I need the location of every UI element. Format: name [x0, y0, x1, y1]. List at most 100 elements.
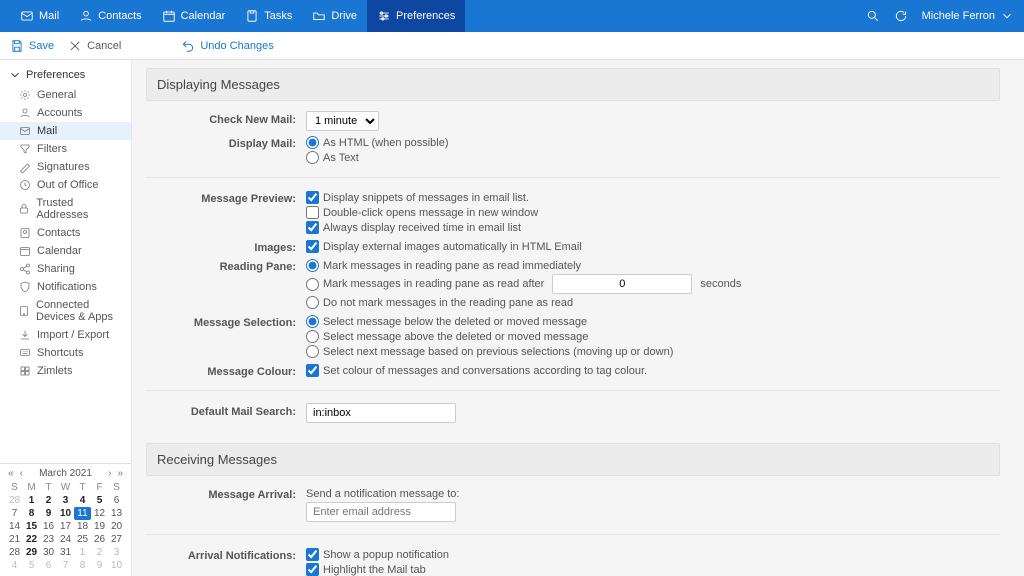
undo-button[interactable]: Undo Changes: [181, 39, 273, 53]
sidebar-item-notifications[interactable]: Notifications: [0, 278, 131, 296]
cal-day[interactable]: 6: [40, 559, 57, 572]
cal-day[interactable]: 16: [40, 520, 57, 533]
cal-day[interactable]: 5: [23, 559, 40, 572]
rp-after[interactable]: Mark messages in reading pane as read af…: [306, 273, 1000, 295]
mp-snippets[interactable]: Display snippets of messages in email li…: [306, 190, 1000, 205]
sidebar-item-sharing[interactable]: Sharing: [0, 260, 131, 278]
sidebar-item-import-export[interactable]: Import / Export: [0, 326, 131, 344]
sidebar-item-out-of-office[interactable]: Out of Office: [0, 176, 131, 194]
cal-day[interactable]: 31: [57, 546, 74, 559]
ms-above-radio[interactable]: [306, 330, 319, 343]
cal-day[interactable]: 7: [6, 507, 23, 520]
cancel-button[interactable]: Cancel: [68, 39, 121, 53]
sidebar-item-zimlets[interactable]: Zimlets: [0, 362, 131, 380]
sidebar-item-accounts[interactable]: Accounts: [0, 104, 131, 122]
cal-day[interactable]: 2: [40, 494, 57, 507]
mp-time[interactable]: Always display received time in email li…: [306, 220, 1000, 235]
an-highlight-check[interactable]: [306, 563, 319, 576]
default-search-input[interactable]: [306, 403, 456, 423]
cal-day[interactable]: 8: [74, 559, 91, 572]
an-highlight[interactable]: Highlight the Mail tab: [306, 562, 1000, 576]
cal-day[interactable]: 11: [74, 507, 91, 520]
display-mail-text[interactable]: As Text: [306, 150, 1000, 165]
sidebar-item-shortcuts[interactable]: Shortcuts: [0, 344, 131, 362]
cal-day[interactable]: 2: [91, 546, 108, 559]
cal-day[interactable]: 27: [108, 533, 125, 546]
cal-prev-year[interactable]: «: [6, 468, 16, 479]
cal-day[interactable]: 28: [6, 494, 23, 507]
cal-day[interactable]: 15: [23, 520, 40, 533]
cal-day[interactable]: 4: [74, 494, 91, 507]
cal-day[interactable]: 6: [108, 494, 125, 507]
cal-day[interactable]: 10: [57, 507, 74, 520]
sidebar-item-calendar[interactable]: Calendar: [0, 242, 131, 260]
sidebar-item-signatures[interactable]: Signatures: [0, 158, 131, 176]
mc-check[interactable]: [306, 364, 319, 377]
mp-snippets-check[interactable]: [306, 191, 319, 204]
cal-day[interactable]: 12: [91, 507, 108, 520]
cal-day[interactable]: 14: [6, 520, 23, 533]
cal-day[interactable]: 9: [91, 559, 108, 572]
cal-day[interactable]: 7: [57, 559, 74, 572]
ms-below[interactable]: Select message below the deleted or move…: [306, 314, 1000, 329]
cal-day[interactable]: 17: [57, 520, 74, 533]
cal-day[interactable]: 23: [40, 533, 57, 546]
cal-day[interactable]: 28: [6, 546, 23, 559]
images-check[interactable]: [306, 240, 319, 253]
cal-day[interactable]: 29: [23, 546, 40, 559]
nav-preferences[interactable]: Preferences: [367, 0, 465, 32]
mc-opt[interactable]: Set colour of messages and conversations…: [306, 363, 1000, 378]
display-mail-html[interactable]: As HTML (when possible): [306, 135, 1000, 150]
rp-immediate[interactable]: Mark messages in reading pane as read im…: [306, 258, 1000, 273]
cal-day[interactable]: 3: [108, 546, 125, 559]
cal-day[interactable]: 18: [74, 520, 91, 533]
rp-seconds-input[interactable]: [552, 274, 692, 294]
cal-day[interactable]: 5: [91, 494, 108, 507]
rp-donot[interactable]: Do not mark messages in the reading pane…: [306, 295, 1000, 310]
arrival-email-input[interactable]: [306, 502, 456, 522]
display-mail-text-radio[interactable]: [306, 151, 319, 164]
cal-next-year[interactable]: »: [115, 468, 125, 479]
rp-immediate-radio[interactable]: [306, 259, 319, 272]
an-popup[interactable]: Show a popup notification: [306, 547, 1000, 562]
nav-drive[interactable]: Drive: [302, 0, 367, 32]
rp-after-radio[interactable]: [306, 278, 319, 291]
cal-day[interactable]: 25: [74, 533, 91, 546]
ms-next-radio[interactable]: [306, 345, 319, 358]
nav-tasks[interactable]: Tasks: [235, 0, 302, 32]
nav-calendar[interactable]: Calendar: [152, 0, 236, 32]
sidebar-item-trusted-addresses[interactable]: Trusted Addresses: [0, 194, 131, 224]
cal-day[interactable]: 20: [108, 520, 125, 533]
cal-prev-month[interactable]: ‹: [18, 468, 25, 479]
an-popup-check[interactable]: [306, 548, 319, 561]
cal-day[interactable]: 26: [91, 533, 108, 546]
cal-next-month[interactable]: ›: [106, 468, 113, 479]
images-opt[interactable]: Display external images automatically in…: [306, 239, 1000, 254]
nav-mail[interactable]: Mail: [10, 0, 69, 32]
cal-day[interactable]: 9: [40, 507, 57, 520]
cal-day[interactable]: 1: [74, 546, 91, 559]
cal-day[interactable]: 10: [108, 559, 125, 572]
display-mail-html-radio[interactable]: [306, 136, 319, 149]
ms-next[interactable]: Select next message based on previous se…: [306, 344, 1000, 359]
user-menu[interactable]: Michele Ferron: [922, 9, 1014, 23]
ms-above[interactable]: Select message above the deleted or move…: [306, 329, 1000, 344]
sidebar-item-contacts[interactable]: Contacts: [0, 224, 131, 242]
cal-day[interactable]: 1: [23, 494, 40, 507]
mp-time-check[interactable]: [306, 221, 319, 234]
check-new-mail-select[interactable]: 1 minute: [306, 111, 379, 131]
search-icon[interactable]: [866, 9, 880, 23]
cal-day[interactable]: 3: [57, 494, 74, 507]
cal-day[interactable]: 8: [23, 507, 40, 520]
cal-day[interactable]: 24: [57, 533, 74, 546]
sidebar-item-connected-devices-apps[interactable]: Connected Devices & Apps: [0, 296, 131, 326]
mp-dblclick-check[interactable]: [306, 206, 319, 219]
cal-day[interactable]: 22: [23, 533, 40, 546]
mp-dblclick[interactable]: Double-click opens message in new window: [306, 205, 1000, 220]
nav-contacts[interactable]: Contacts: [69, 0, 151, 32]
cal-day[interactable]: 4: [6, 559, 23, 572]
cal-day[interactable]: 30: [40, 546, 57, 559]
cal-day[interactable]: 21: [6, 533, 23, 546]
ms-below-radio[interactable]: [306, 315, 319, 328]
sidebar-item-mail[interactable]: Mail: [0, 122, 131, 140]
